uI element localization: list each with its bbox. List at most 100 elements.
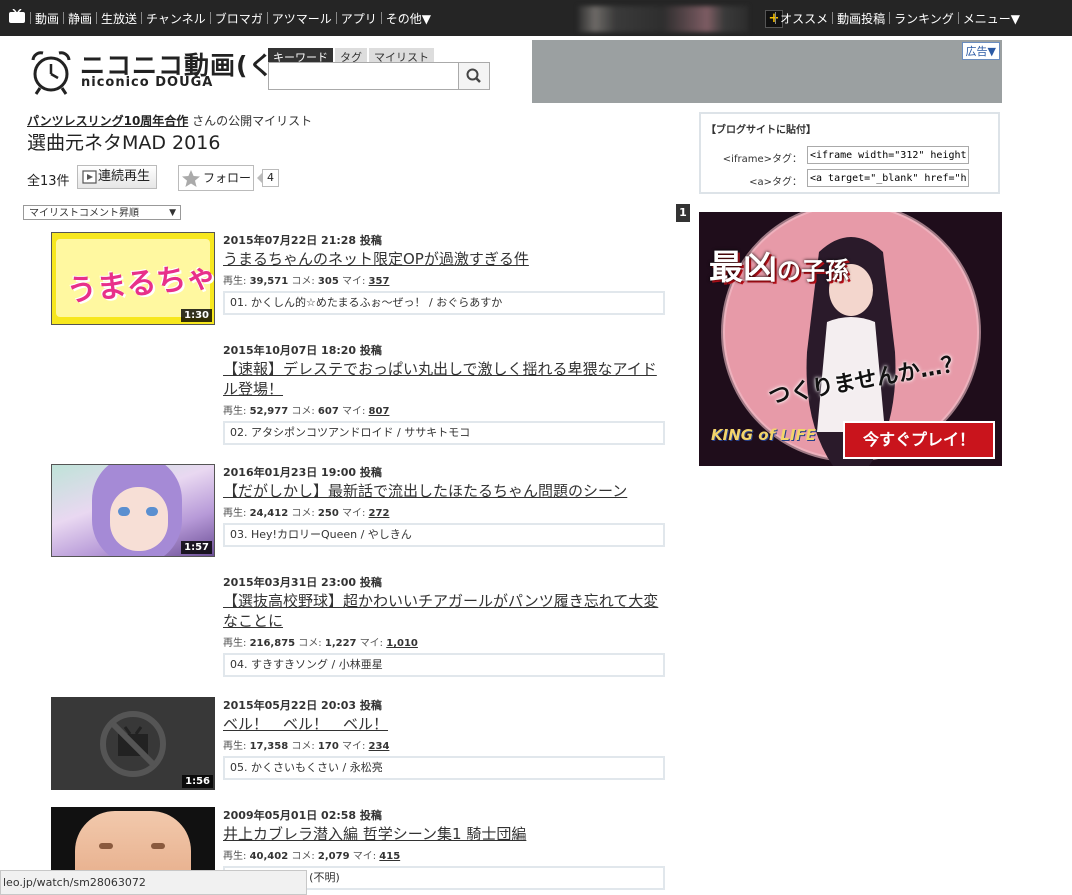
views-label: 再生:: [223, 406, 247, 417]
duration-badge: 1:57: [181, 541, 212, 554]
side-ad-banner[interactable]: 最凶の子孫 つくりませんか…？ KING of LIFE 今すぐプレイ！: [699, 212, 1002, 466]
user-info-blurred[interactable]: [578, 6, 748, 32]
comments-label: コメ:: [291, 406, 315, 417]
mylist-owner-line: パンツレスリング10周年合作 さんの公開マイリスト: [27, 112, 312, 129]
search-icon: [466, 68, 481, 83]
continuous-play-button[interactable]: 連続再生: [77, 165, 158, 189]
comments-count: 1,227: [324, 638, 357, 649]
video-info: 2015年05月22日 20:03 投稿 ベル！ ベル！ ベル！ 再生: 17,…: [223, 697, 668, 780]
search-button[interactable]: [458, 63, 489, 89]
niconico-tv-icon[interactable]: [8, 9, 26, 24]
top-nav-bar: 動画 静画 生放送 チャンネル ブロマガ アツマール アプリ その他▼ + オス…: [0, 0, 1072, 36]
ad-label[interactable]: 広告▼: [961, 42, 1000, 60]
nav-channel[interactable]: チャンネル: [142, 10, 210, 27]
a-tag-label: <a>タグ：: [749, 177, 802, 188]
mylist-title: 選曲元ネタMAD 2016: [27, 132, 221, 154]
video-title-link[interactable]: 【だがしかし】最新話で流出したほたるちゃん問題のシーン: [223, 481, 668, 501]
mylist-count-link[interactable]: 807: [369, 406, 390, 417]
dropdown-arrow-icon: ▼: [169, 208, 176, 218]
post-date: 2016年01月23日 19:00 投稿: [223, 466, 382, 479]
video-stats: 再生: 24,412 コメ: 250 マイ: 272: [223, 504, 668, 519]
views-label: 再生:: [223, 638, 247, 649]
duration-badge: 1:30: [181, 309, 212, 322]
niconico-logo[interactable]: ニコニコ動画(く) niconico DOUGA: [28, 44, 286, 96]
comments-count: 2,079: [317, 851, 350, 862]
owner-suffix: さんの公開マイリスト: [192, 114, 313, 128]
iframe-embed-field[interactable]: [807, 146, 969, 164]
comments-count: 607: [317, 406, 339, 417]
video-title-link[interactable]: ベル！ ベル！ ベル！: [223, 714, 668, 734]
nav-douga[interactable]: 動画: [31, 10, 63, 27]
nav-live[interactable]: 生放送: [97, 10, 141, 27]
mylist-comment: 01. かくしん的☆めたまるふぉ～ぜっ！ / おぐらあすか: [223, 291, 665, 315]
mylists-label: マイ:: [341, 508, 366, 519]
page-number[interactable]: 1: [676, 204, 690, 222]
post-date: 2015年07月22日 21:28 投稿: [223, 234, 382, 247]
top-ad-banner[interactable]: 広告▼: [532, 40, 1002, 103]
ad-headline-main: 最凶: [709, 248, 777, 288]
post-date: 2009年05月01日 02:58 投稿: [223, 809, 382, 822]
browser-status-bar: leo.jp/watch/sm28063072: [0, 870, 307, 895]
nav-right: オススメ 動画投稿 ランキング メニュー▼: [775, 0, 1024, 36]
owner-link[interactable]: パンツレスリング10周年合作: [27, 114, 188, 128]
a-embed-field[interactable]: [807, 169, 969, 187]
video-stats: 再生: 39,571 コメ: 305 マイ: 357: [223, 272, 668, 287]
item-count: 全13件: [27, 174, 70, 189]
video-title-link[interactable]: 【選抜高校野球】超かわいいチアガールがパンツ履き忘れて大変なことに: [223, 591, 668, 631]
blog-embed-box: 【ブログサイトに貼付】 <iframe>タグ： <a>タグ：: [699, 112, 1000, 194]
mylist-count-link[interactable]: 234: [369, 741, 390, 752]
post-date: 2015年10月07日 18:20 投稿: [223, 344, 382, 357]
duration-badge: 1:56: [182, 775, 213, 788]
comments-count: 305: [317, 276, 339, 287]
iframe-tag-label: <iframe>タグ：: [722, 154, 802, 165]
play-now-button[interactable]: 今すぐプレイ！: [843, 421, 995, 459]
comments-label: コメ:: [291, 276, 315, 287]
video-title-link[interactable]: 井上カブレラ潜入編 哲学シーン集1 騎士団編: [223, 824, 668, 844]
sort-select[interactable]: マイリストコメント昇順 ▼: [23, 205, 181, 220]
video-info: 2015年10月07日 18:20 投稿 【速報】デレステでおっぱい丸出しで激し…: [223, 342, 668, 445]
nav-menu[interactable]: メニュー▼: [959, 10, 1024, 27]
post-date: 2015年05月22日 20:03 投稿: [223, 699, 382, 712]
video-thumbnail[interactable]: 1:57: [51, 464, 215, 557]
video-info: 2015年03月31日 23:00 投稿 【選抜高校野球】超かわいいチアガールが…: [223, 574, 668, 677]
follow-button[interactable]: フォロー: [178, 165, 254, 191]
mylist-count-link[interactable]: 272: [369, 508, 390, 519]
views-count: 40,402: [249, 851, 289, 862]
video-thumbnail[interactable]: うまるちゃん 1:30: [51, 232, 215, 325]
video-title-link[interactable]: 【速報】デレステでおっぱい丸出しで激しく揺れる卑猥なアイドル登場！: [223, 359, 668, 399]
comments-count: 170: [317, 741, 339, 752]
nav-blomaga[interactable]: ブロマガ: [211, 10, 267, 27]
views-count: 216,875: [249, 638, 296, 649]
nav-seiga[interactable]: 静画: [64, 10, 96, 27]
ad-headline-tail: の子孫: [777, 257, 849, 285]
ad-brand-logo: KING of LIFE: [711, 426, 816, 444]
mylists-label: マイ:: [359, 638, 384, 649]
logo-text-en: niconico DOUGA: [81, 75, 214, 90]
search-input[interactable]: [269, 63, 465, 87]
comments-label: コメ:: [291, 851, 315, 862]
mylist-count-link[interactable]: 357: [369, 276, 390, 287]
nav-other-menu[interactable]: その他▼: [382, 10, 435, 27]
nav-ranking[interactable]: ランキング: [890, 10, 958, 27]
mylist-comment: 04. すきすきソング / 小林亜星: [223, 653, 665, 677]
nav-upload[interactable]: 動画投稿: [833, 10, 889, 27]
video-title-link[interactable]: うまるちゃんのネット限定OPが過激すぎる件: [223, 249, 668, 269]
mylist-count-link[interactable]: 1,010: [386, 638, 418, 649]
mylists-label: マイ:: [341, 406, 366, 417]
post-date: 2015年03月31日 23:00 投稿: [223, 576, 382, 589]
mylists-label: マイ:: [352, 851, 377, 862]
mylist-count-link[interactable]: 415: [379, 851, 400, 862]
nav-atsumaru[interactable]: アツマール: [268, 10, 336, 27]
views-count: 52,977: [249, 406, 289, 417]
comments-count: 250: [317, 508, 339, 519]
mylist-comment: 05. かくさいもくさい / 永松亮: [223, 756, 665, 780]
follow-count: 4: [257, 169, 279, 187]
views-count: 17,358: [249, 741, 289, 752]
views-label: 再生:: [223, 276, 247, 287]
video-thumbnail[interactable]: 1:56: [51, 697, 215, 790]
nav-app[interactable]: アプリ: [337, 10, 381, 27]
nav-recommend[interactable]: オススメ: [776, 10, 832, 27]
views-count: 24,412: [249, 508, 289, 519]
nav-left: 動画 静画 生放送 チャンネル ブロマガ アツマール アプリ その他▼: [30, 0, 435, 36]
search-box: [268, 62, 490, 90]
